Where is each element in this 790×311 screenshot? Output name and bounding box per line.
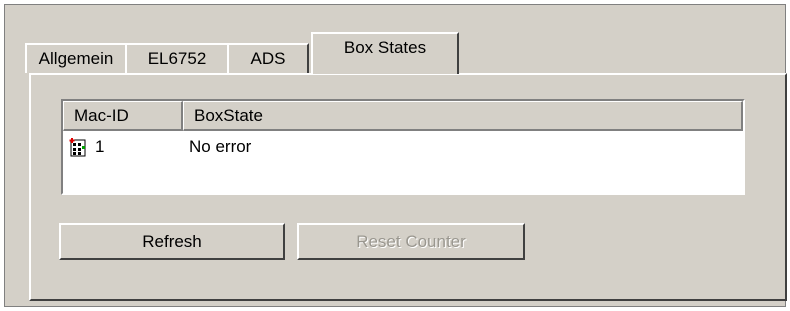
- list-item[interactable]: 1 No error: [63, 132, 251, 162]
- box-states-list[interactable]: Mac-ID BoxState 1 No error: [61, 99, 745, 195]
- tab-label: EL6752: [147, 49, 207, 68]
- column-label: BoxState: [194, 105, 263, 125]
- tab-allgemein[interactable]: Allgemein: [25, 43, 127, 73]
- mac-id-value: 1: [95, 137, 105, 156]
- tab-label: Allgemein: [38, 49, 114, 68]
- dialog-frame: Allgemein EL6752 ADS Box States Mac-ID B…: [4, 4, 787, 307]
- button-label: Reset Counter: [356, 231, 466, 251]
- box-states-panel: Mac-ID BoxState 1 No error Refresh Reset…: [29, 73, 787, 301]
- column-header-boxstate[interactable]: BoxState: [183, 101, 743, 131]
- cell-mac-id: 1: [63, 137, 189, 157]
- column-header-mac-id[interactable]: Mac-ID: [63, 101, 183, 131]
- refresh-button[interactable]: Refresh: [59, 223, 285, 260]
- button-label: Refresh: [142, 231, 202, 251]
- column-label: Mac-ID: [74, 105, 129, 125]
- list-header: Mac-ID BoxState: [63, 101, 743, 131]
- tab-ads[interactable]: ADS: [227, 43, 309, 73]
- tab-label: Box States: [343, 38, 427, 57]
- box-device-icon: [69, 137, 87, 157]
- tab-box-states[interactable]: Box States: [311, 32, 459, 74]
- tab-el6752[interactable]: EL6752: [125, 43, 229, 73]
- cell-boxstate: No error: [189, 137, 251, 157]
- tab-label: ADS: [250, 49, 286, 68]
- boxstate-value: No error: [189, 137, 252, 156]
- reset-counter-button[interactable]: Reset Counter: [297, 223, 525, 260]
